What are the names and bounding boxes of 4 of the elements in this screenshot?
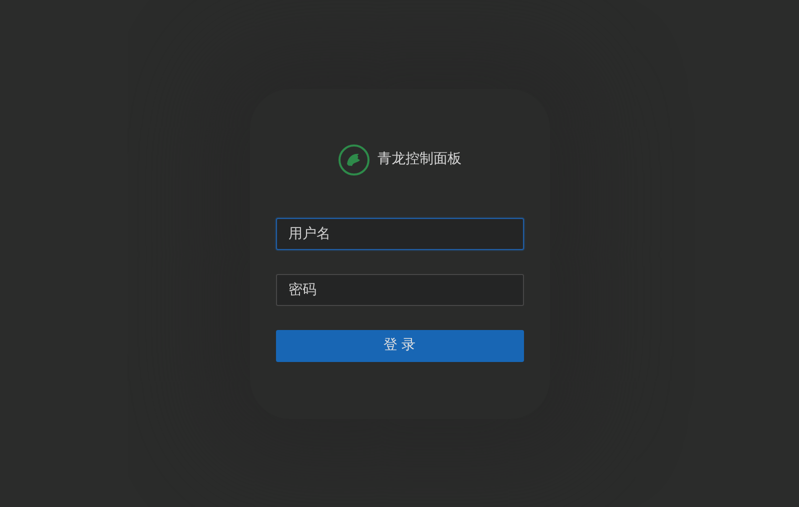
app-title: 青龙控制面板 — [378, 150, 462, 169]
input-field[interactable]: 密码 — [276, 274, 524, 306]
input-field[interactable]: 用户名 — [276, 218, 524, 250]
login-button[interactable]: 登 录 — [276, 330, 524, 362]
